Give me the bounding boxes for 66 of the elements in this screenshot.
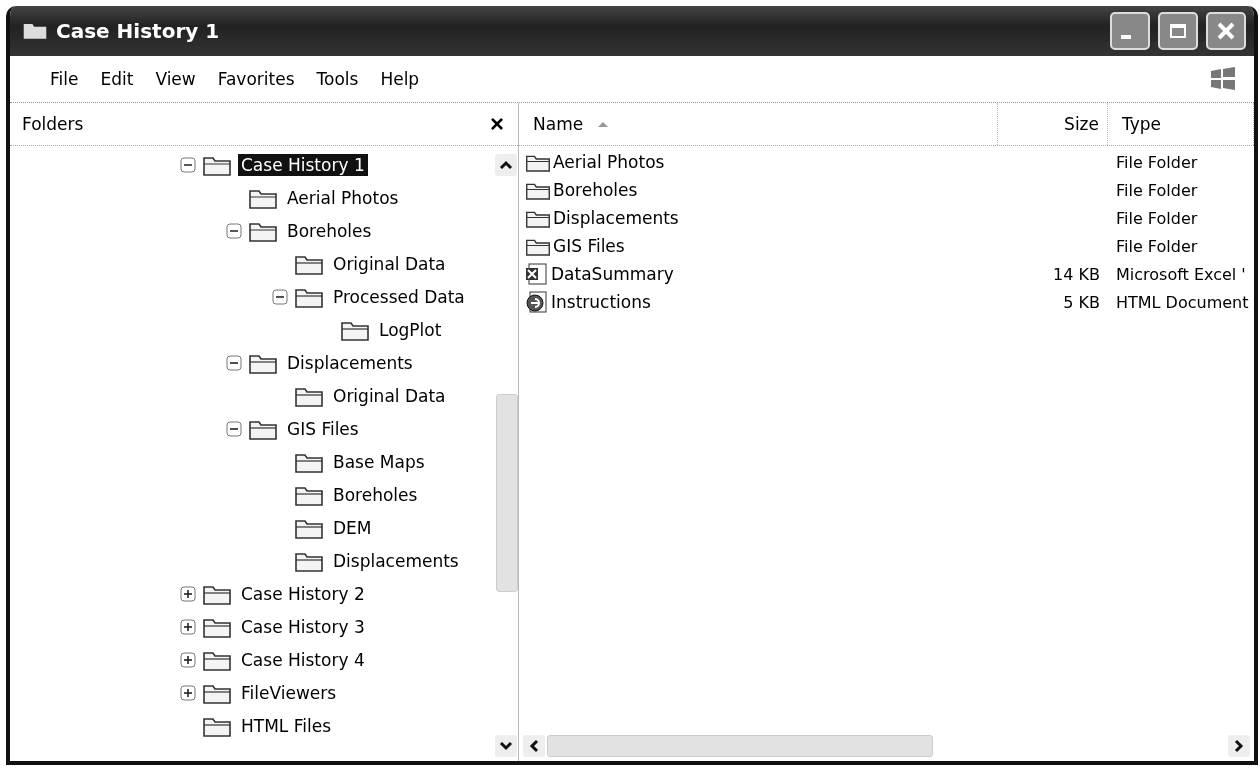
tree-item[interactable]: DEM — [330, 516, 375, 539]
tree-item[interactable]: Case History 4 — [238, 648, 368, 671]
tree-item[interactable]: LogPlot — [376, 318, 445, 341]
scroll-left-button[interactable] — [523, 735, 545, 757]
file-type: File Folder — [1115, 152, 1199, 172]
window-title: Case History 1 — [56, 19, 221, 43]
close-button[interactable]: × — [490, 110, 504, 138]
file-name[interactable]: GIS Files — [519, 235, 998, 257]
expand-icon[interactable] — [180, 651, 196, 668]
tree-item[interactable]: Boreholes — [284, 219, 375, 242]
menu-item[interactable]: Help — [380, 69, 420, 89]
web-document-icon — [525, 290, 549, 314]
menu-item[interactable]: File — [50, 69, 79, 89]
tree-item[interactable]: Case History 1 — [238, 153, 368, 176]
pane-title: Folders — [22, 114, 84, 134]
tree-item[interactable]: GIS Files — [284, 417, 362, 440]
minimize-icon — [1121, 35, 1131, 39]
tree-item[interactable]: Processed Data — [330, 285, 468, 308]
file-name[interactable]: Displacements — [519, 207, 998, 229]
collapse-icon[interactable] — [226, 354, 242, 371]
windows-logo-icon — [1208, 65, 1238, 93]
file-type: File Folder — [1115, 180, 1199, 200]
file-name[interactable]: Boreholes — [519, 179, 998, 201]
file-name[interactable]: DataSummary — [519, 262, 998, 286]
file-type: File Folder — [1115, 208, 1199, 228]
tree-item[interactable]: Boreholes — [330, 483, 421, 506]
scroll-right-button[interactable] — [1228, 735, 1250, 757]
tree-item[interactable]: Original Data — [330, 384, 449, 407]
tree-item[interactable]: Displacements — [284, 351, 416, 374]
collapse-icon[interactable] — [226, 222, 242, 239]
tree-item[interactable]: Case History 2 — [238, 582, 368, 605]
tree-item[interactable]: Case History 3 — [238, 615, 368, 638]
expand-icon[interactable] — [180, 585, 196, 602]
expand-icon[interactable] — [180, 618, 196, 635]
tree-item[interactable]: Aerial Photos — [284, 186, 402, 209]
scroll-thumb[interactable] — [496, 394, 518, 592]
tree-item[interactable]: FileViewers — [238, 681, 340, 704]
file-name[interactable]: Instructions — [519, 290, 998, 314]
maximize-icon — [1169, 23, 1187, 39]
menu-item[interactable]: View — [155, 69, 196, 89]
scroll-down-button[interactable] — [495, 735, 517, 757]
collapse-icon[interactable] — [272, 288, 288, 305]
expand-icon[interactable] — [180, 684, 196, 701]
tree-item[interactable]: HTML Files — [238, 714, 334, 737]
sort-arrow-icon — [597, 120, 610, 128]
collapse-icon[interactable] — [226, 420, 242, 437]
menu-item[interactable]: Edit — [100, 69, 134, 89]
file-name[interactable]: Aerial Photos — [519, 151, 998, 173]
menu-item[interactable]: Tools — [316, 69, 359, 89]
tree-item[interactable]: Base Maps — [330, 450, 428, 473]
file-type: File Folder — [1115, 236, 1199, 256]
scroll-up-button[interactable] — [495, 154, 517, 176]
file-type: Microsoft Excel ' — [1115, 264, 1247, 284]
tree-item[interactable]: Displacements — [330, 549, 462, 572]
file-type: HTML Document — [1115, 292, 1250, 312]
scroll-thumb[interactable] — [547, 735, 933, 757]
menu-item[interactable]: Favorites — [217, 69, 295, 89]
maximize-button[interactable] — [1158, 12, 1198, 50]
minimize-button[interactable] — [1110, 12, 1150, 50]
collapse-icon[interactable] — [180, 156, 196, 173]
close-icon — [1216, 21, 1236, 41]
close-button[interactable] — [1206, 12, 1246, 50]
tree-item[interactable]: Original Data — [330, 252, 449, 275]
spreadsheet-icon — [525, 262, 549, 286]
file-size: 5 KB — [1062, 292, 1101, 312]
file-size: 14 KB — [1052, 264, 1101, 284]
